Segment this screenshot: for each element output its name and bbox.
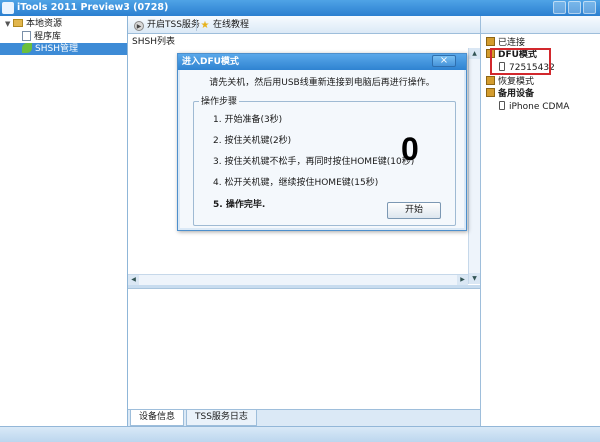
steps-group-label: 操作步骤 [199, 96, 240, 108]
status-bar [0, 426, 600, 442]
online-tutorial-button[interactable]: ★ 在线教程 [200, 18, 250, 32]
highlight-box [490, 48, 551, 75]
device-group-icon [486, 37, 495, 46]
dialog-body: 请先关机，然后用USB线重新连接到电脑后再进行操作。 操作步骤 1. 开始准备(… [180, 70, 464, 228]
play-icon: ▶ [134, 21, 144, 31]
dfu-dialog: 进入DFU模式 × 请先关机，然后用USB线重新连接到电脑后再进行操作。 操作步… [177, 53, 467, 231]
group-label: 恢复模式 [498, 77, 535, 87]
toolbar-divider [196, 19, 197, 31]
step-item: 3. 按住关机键不松手，再同时按住HOME键(10秒) [213, 157, 415, 167]
close-icon: × [439, 55, 449, 66]
tree-item-local-resources[interactable]: ▼ 本地资源 [5, 18, 62, 30]
device-label: iPhone CDMA [509, 102, 570, 112]
dialog-close-button[interactable]: × [432, 55, 456, 67]
group-label: 备用设备 [498, 89, 535, 99]
list-horizontal-scrollbar[interactable]: ◀ ▶ [128, 274, 468, 285]
scroll-right-icon[interactable]: ▶ [457, 275, 468, 285]
library-icon [22, 31, 31, 41]
dialog-instruction: 请先关机，然后用USB线重新连接到电脑后再进行操作。 [209, 78, 435, 88]
start-tss-label: 开启TSS服务 [147, 20, 200, 30]
toolbar: ▶ 开启TSS服务 ★ 在线教程 [128, 16, 480, 34]
app-icon [2, 2, 14, 14]
group-backup-devices[interactable]: 备用设备 [486, 88, 534, 100]
shsh-list-label: SHSH列表 [132, 37, 175, 47]
tree-item-label: SHSH管理 [35, 44, 78, 54]
tree-item-label: 本地资源 [26, 19, 63, 29]
maximize-button[interactable] [568, 1, 581, 14]
window-title: iTools 2011 Preview3 (0728) [17, 2, 169, 13]
countdown-number: 0 [401, 131, 419, 167]
step-item: 5. 操作完毕. [213, 200, 266, 210]
group-recovery-mode[interactable]: 恢复模式 [486, 76, 534, 88]
device-panel: 已连接 DFU模式 72515432 恢复模式 备用设备 iPhone CDMA [480, 34, 600, 426]
shsh-icon [22, 43, 32, 53]
list-vertical-scrollbar[interactable]: ▲ ▼ [468, 48, 480, 284]
expand-caret-icon[interactable]: ▼ [5, 18, 13, 30]
device-item-iphone-cdma[interactable]: iPhone CDMA [499, 101, 569, 113]
scroll-up-icon[interactable]: ▲ [469, 48, 480, 59]
online-tutorial-label: 在线教程 [213, 20, 250, 30]
window-controls [553, 1, 596, 14]
right-toolbar-strip [480, 16, 600, 34]
start-tss-button[interactable]: ▶ 开启TSS服务 [134, 18, 200, 32]
phone-icon [499, 101, 505, 110]
minimize-button[interactable] [553, 1, 566, 14]
start-button[interactable]: 开始 [387, 202, 441, 219]
device-group-icon [486, 76, 495, 85]
tab-tss-log[interactable]: TSS服务日志 [186, 410, 257, 426]
dialog-title: 进入DFU模式 [182, 57, 239, 67]
title-bar: iTools 2011 Preview3 (0728) [0, 0, 600, 16]
step-item: 2. 按住关机键(2秒) [213, 136, 292, 146]
star-icon: ★ [200, 20, 210, 31]
folder-icon [13, 19, 23, 27]
log-panel[interactable] [128, 288, 480, 409]
tree-item-label: 程序库 [34, 32, 62, 42]
resource-tree: ▼ 本地资源 程序库 SHSH管理 [0, 16, 128, 426]
scroll-down-icon[interactable]: ▼ [469, 273, 480, 284]
step-item: 4. 松开关机键，继续按住HOME键(15秒) [213, 178, 379, 188]
device-group-icon [486, 88, 495, 97]
scroll-left-icon[interactable]: ◀ [128, 275, 139, 285]
tree-item-shsh[interactable]: SHSH管理 [0, 43, 127, 55]
group-label: 已连接 [498, 38, 526, 48]
step-item: 1. 开始准备(3秒) [213, 115, 283, 125]
tree-item-library[interactable]: 程序库 [22, 31, 61, 43]
dialog-title-bar[interactable]: 进入DFU模式 [178, 54, 466, 70]
bottom-tab-bar: 设备信息 TSS服务日志 [128, 409, 480, 426]
tab-device-info[interactable]: 设备信息 [130, 410, 185, 426]
close-window-button[interactable] [583, 1, 596, 14]
